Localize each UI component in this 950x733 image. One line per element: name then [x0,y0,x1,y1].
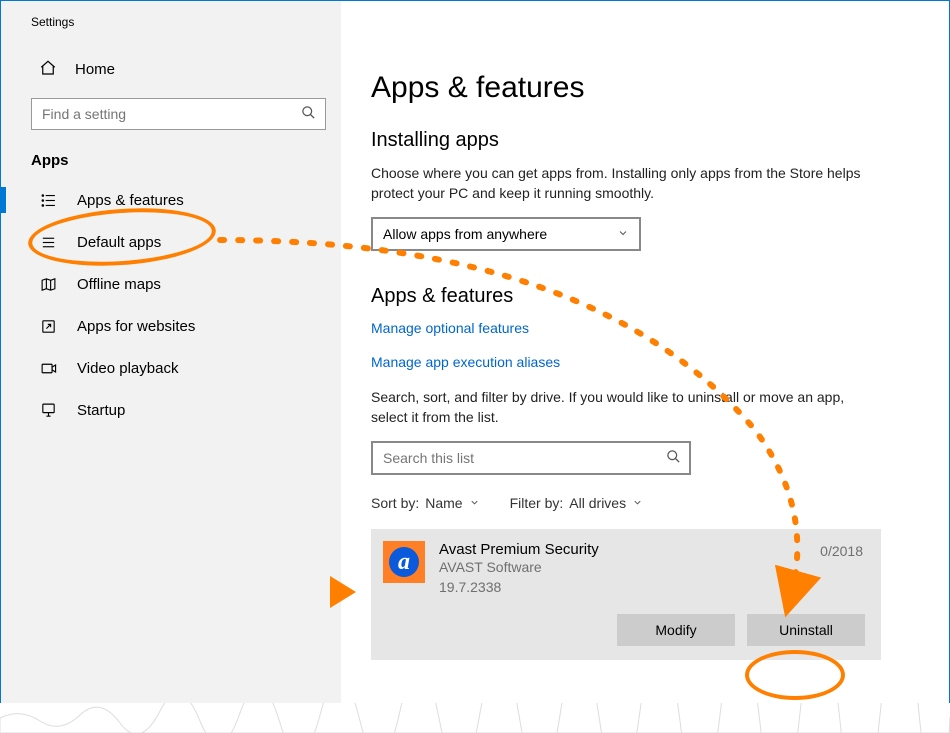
sort-filter-row: Sort by: Name Filter by: All drives [371,495,919,511]
sidebar-search[interactable] [31,98,326,130]
sort-by[interactable]: Sort by: Name [371,495,480,511]
sidebar: Settings Home Apps Apps & features Defau [1,1,341,732]
link-execution-aliases[interactable]: Manage app execution aliases [371,354,919,370]
chevron-down-icon [617,226,629,242]
app-name: Avast Premium Security [439,541,599,558]
sidebar-item-startup[interactable]: Startup [25,389,341,431]
installing-desc: Choose where you can get apps from. Inst… [371,164,881,203]
launch-icon [39,317,57,335]
sidebar-item-offline-maps[interactable]: Offline maps [25,263,341,305]
sidebar-item-default-apps[interactable]: Default apps [25,221,341,263]
installing-heading: Installing apps [371,129,919,152]
filter-by[interactable]: Filter by: All drives [510,495,643,511]
video-icon [39,359,57,377]
home-label: Home [75,61,115,78]
sidebar-item-video-playback[interactable]: Video playback [25,347,341,389]
sidebar-search-input[interactable] [31,98,326,130]
app-version: 19.7.2338 [439,578,599,598]
dropdown-value: Allow apps from anywhere [383,226,547,242]
features-heading: Apps & features [371,285,919,308]
features-desc: Search, sort, and filter by drive. If yo… [371,388,881,427]
sort-value: Name [425,495,462,511]
page-title: Apps & features [371,71,919,105]
app-publisher: AVAST Software [439,558,599,578]
home-icon [39,59,57,80]
modify-button[interactable]: Modify [617,614,735,646]
section-heading: Apps [25,152,341,169]
link-optional-features[interactable]: Manage optional features [371,320,919,336]
sidebar-item-label: Offline maps [77,276,161,293]
main-content: Apps & features Installing apps Choose w… [341,1,949,732]
map-icon [39,275,57,293]
sidebar-item-label: Apps & features [77,192,184,209]
app-list-search-input[interactable] [371,441,691,475]
sort-label: Sort by: [371,495,419,511]
app-card[interactable]: a Avast Premium Security AVAST Software … [371,529,881,659]
app-icon: a [383,541,425,583]
chevron-down-icon [469,495,480,511]
sidebar-item-label: Apps for websites [77,318,195,335]
sidebar-item-label: Startup [77,402,125,419]
defaults-icon [39,233,57,251]
startup-icon [39,401,57,419]
sidebar-item-apps-websites[interactable]: Apps for websites [25,305,341,347]
home-nav[interactable]: Home [25,59,341,80]
sidebar-item-label: Default apps [77,234,161,251]
sidebar-item-apps-features[interactable]: Apps & features [25,179,341,221]
filter-label: Filter by: [510,495,564,511]
window-title: Settings [25,15,341,29]
search-icon [666,449,681,467]
search-icon [301,105,316,123]
app-install-date: 0/2018 [820,543,863,559]
install-source-dropdown[interactable]: Allow apps from anywhere [371,217,641,251]
sidebar-item-label: Video playback [77,360,178,377]
filter-value: All drives [569,495,626,511]
list-icon [39,191,57,209]
chevron-down-icon [632,495,643,511]
uninstall-button[interactable]: Uninstall [747,614,865,646]
app-list-search[interactable] [371,441,691,475]
